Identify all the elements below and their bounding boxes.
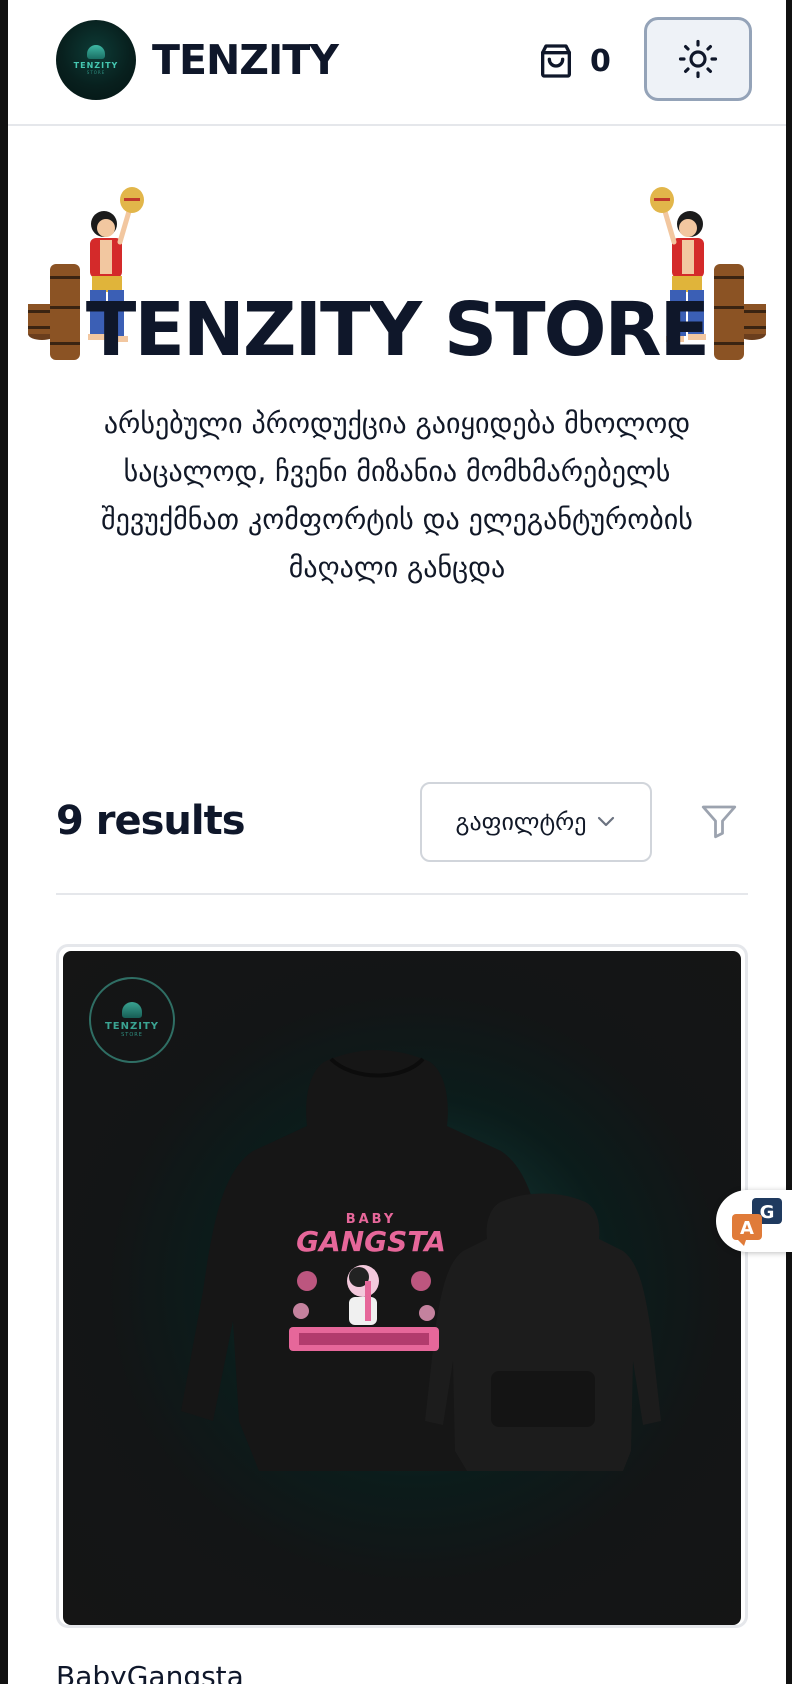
logo-emblem-icon: [122, 1002, 142, 1018]
product-image[interactable]: BABY GANGSTA TENZITY STORE: [63, 951, 741, 1625]
print-main-text: GANGSTA: [296, 1225, 446, 1258]
svg-text:A: A: [740, 1218, 754, 1239]
sun-icon: [678, 39, 718, 79]
cart-button[interactable]: 0: [536, 36, 646, 86]
brand-name[interactable]: TENZITY: [152, 36, 339, 84]
store-logo[interactable]: TENZITY STORE: [56, 20, 136, 100]
results-count: 9 results: [56, 798, 246, 844]
product-name[interactable]: BabyGangsta: [56, 1660, 244, 1684]
hero-description: არსებული პროდუქცია გაიყიდება მხოლოდ საცა…: [101, 407, 693, 584]
chevron-down-icon: [598, 816, 615, 827]
logo-subtext: STORE: [86, 70, 106, 75]
page: TENZITY STORE TENZITY 0 TENZITY STORE არ…: [8, 0, 786, 1684]
window-frame-right: [786, 0, 792, 1684]
funnel-icon[interactable]: [698, 800, 740, 842]
sort-dropdown-button[interactable]: გაფილტრე: [420, 782, 652, 862]
watermark-logo-subtext: STORE: [121, 1032, 143, 1038]
watermark-logo-text: TENZITY: [104, 1021, 160, 1032]
translate-icon: G A: [732, 1198, 782, 1246]
filter-divider: [56, 893, 748, 895]
product-card[interactable]: BABY GANGSTA TENZITY STORE: [56, 944, 748, 1628]
theme-toggle-button[interactable]: [644, 17, 752, 101]
cart-count: 0: [590, 43, 611, 79]
logo-text: TENZITY: [73, 61, 119, 70]
window-frame-left: [0, 0, 8, 1684]
sort-label: გაფილტრე: [455, 808, 587, 836]
hero-title: TENZITY STORE: [85, 287, 710, 373]
site-header: TENZITY STORE TENZITY 0: [8, 0, 786, 126]
hoodie-illustration: BABY GANGSTA: [181, 1050, 661, 1471]
image-watermark-logo: TENZITY STORE: [89, 977, 175, 1063]
shopping-bag-icon: [541, 44, 571, 78]
logo-emblem-icon: [87, 45, 105, 59]
translate-widget-button[interactable]: G A: [716, 1190, 792, 1252]
